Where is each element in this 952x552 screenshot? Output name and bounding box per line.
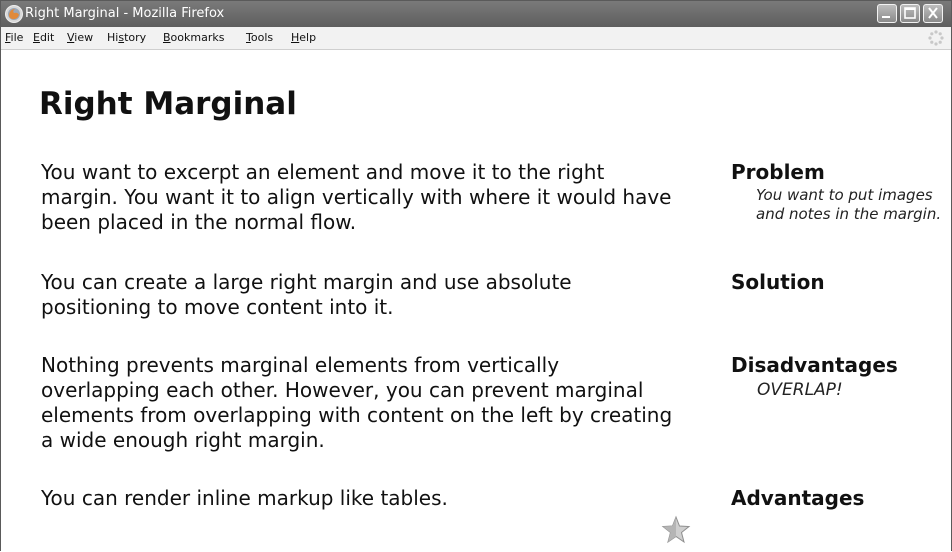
margin-heading-advantages: Advantages — [731, 486, 865, 510]
browser-window: Right Marginal - Mozilla Firefox File Ed… — [0, 0, 952, 551]
paragraph-disadvantages: Nothing prevents marginal elements from … — [41, 353, 673, 452]
margin-heading-problem: Problem — [731, 160, 825, 184]
window-title: Right Marginal - Mozilla Firefox — [25, 6, 225, 21]
paragraph-solution: You can create a large right margin and … — [41, 270, 572, 319]
throbber-icon — [928, 30, 944, 46]
menu-bar: File Edit View History Bookmarks Tools H… — [1, 27, 951, 50]
menu-tools[interactable]: Tools — [246, 31, 273, 44]
menu-bookmarks[interactable]: Bookmarks — [163, 31, 224, 44]
margin-note-disadvantages: OVERLAP! — [757, 380, 843, 400]
close-button[interactable] — [923, 4, 943, 23]
page-content: Right Marginal You want to excerpt an el… — [1, 50, 951, 551]
maximize-button[interactable] — [900, 4, 920, 23]
firefox-icon — [5, 5, 23, 23]
minimize-icon — [882, 16, 890, 18]
paragraph-advantages: You can render inline markup like tables… — [41, 486, 448, 510]
margin-heading-disadvantages: Disadvantages — [731, 353, 898, 377]
page-title: Right Marginal — [39, 86, 297, 122]
title-bar[interactable]: Right Marginal - Mozilla Firefox — [1, 1, 951, 27]
star-icon — [661, 515, 691, 544]
menu-file[interactable]: File — [5, 31, 23, 44]
paragraph-intro: You want to excerpt an element and move … — [41, 160, 672, 234]
maximize-icon — [904, 7, 916, 19]
menu-view[interactable]: View — [67, 31, 93, 44]
close-icon — [928, 7, 938, 19]
margin-heading-solution: Solution — [731, 270, 825, 294]
margin-note-problem: You want to put images and notes in the … — [756, 186, 942, 223]
menu-help[interactable]: Help — [291, 31, 316, 44]
menu-history[interactable]: History — [107, 31, 146, 44]
minimize-button[interactable] — [877, 4, 897, 23]
menu-edit[interactable]: Edit — [33, 31, 54, 44]
